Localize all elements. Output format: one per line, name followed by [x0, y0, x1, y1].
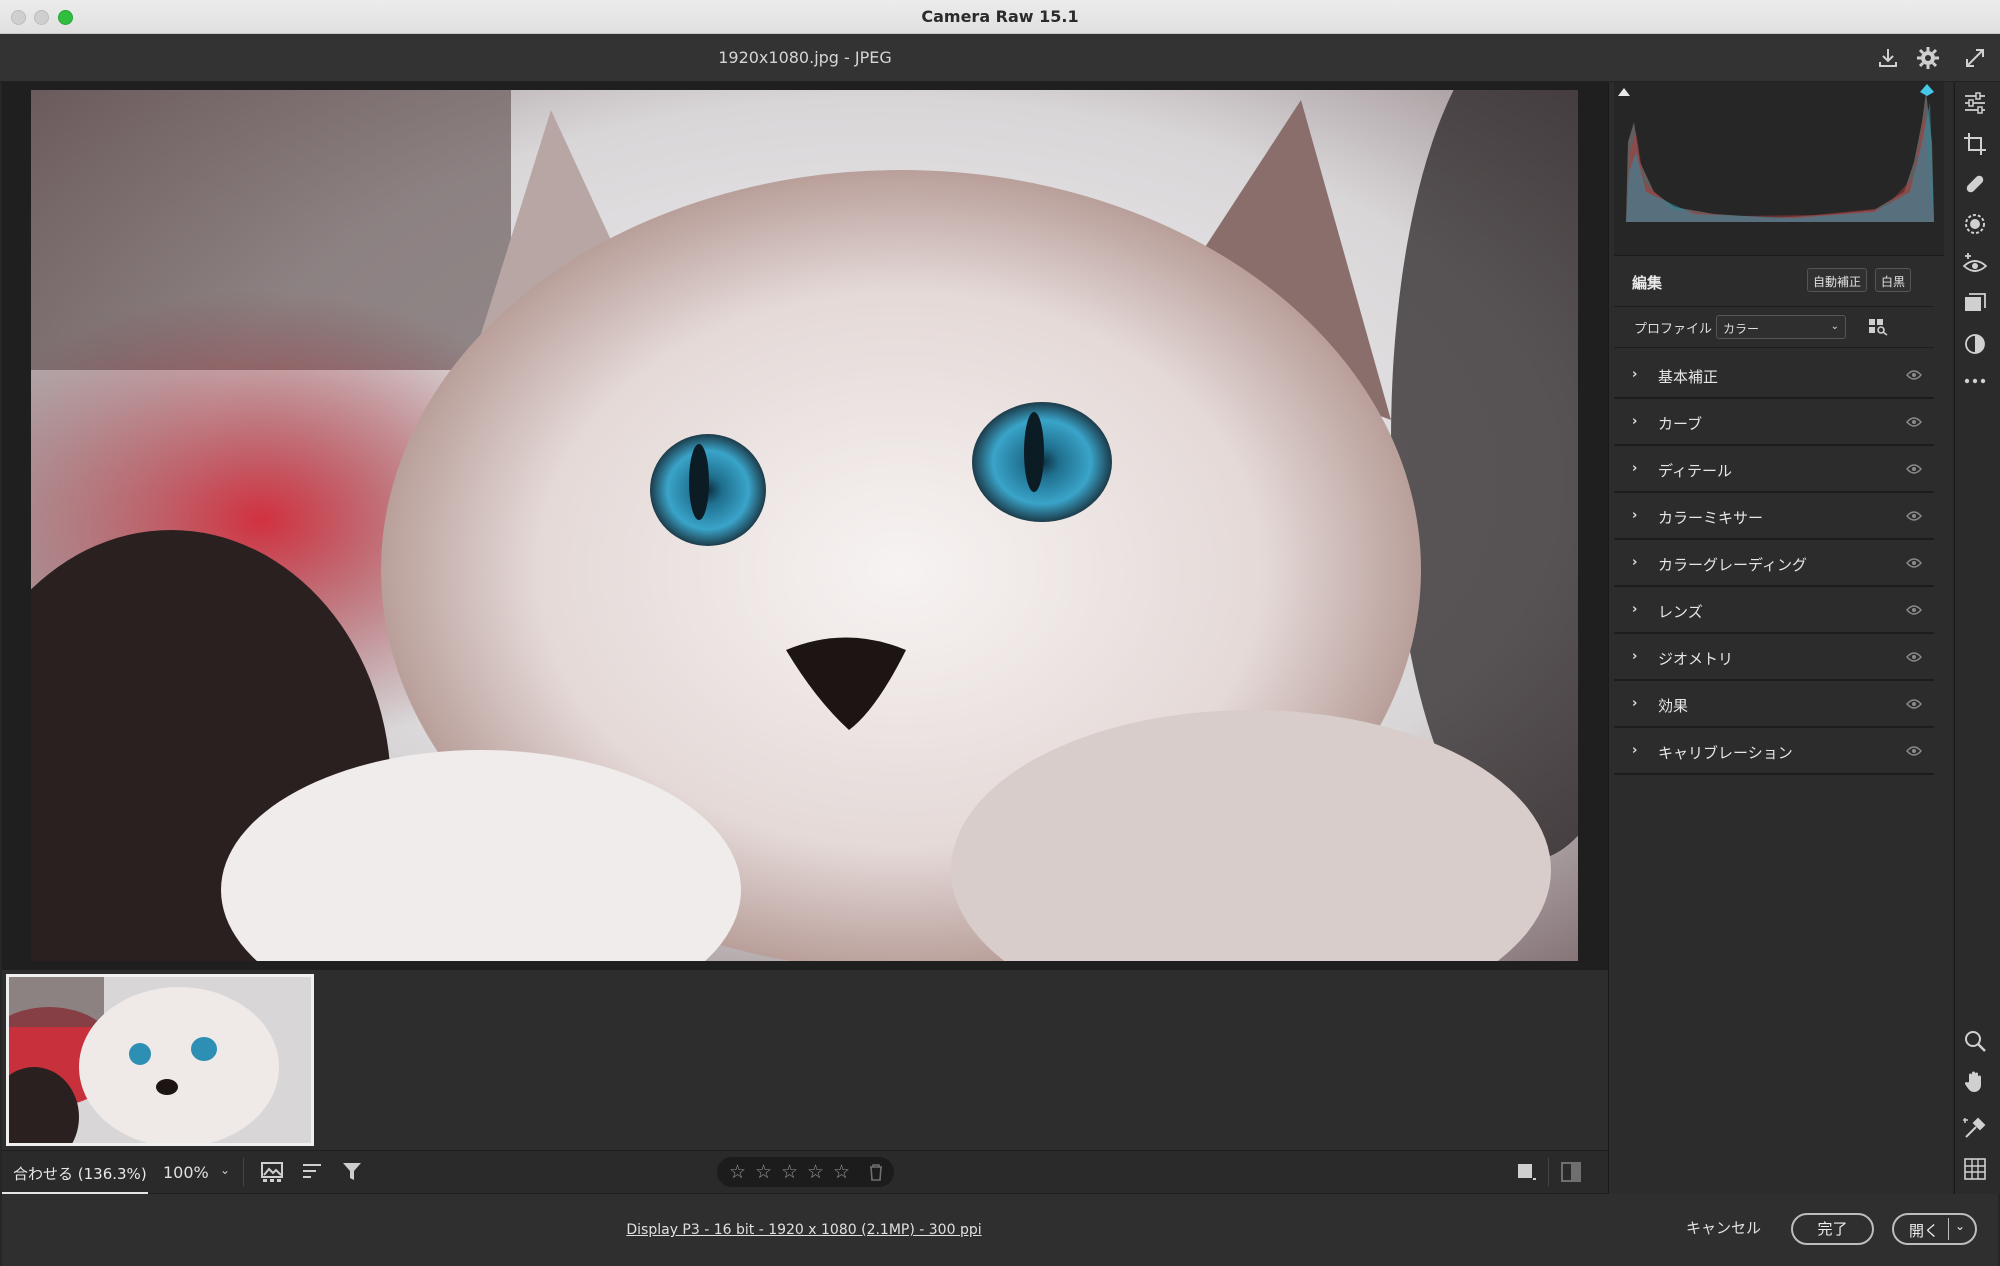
section-effects[interactable]: › 効果 — [1614, 681, 1934, 728]
section-lens[interactable]: › レンズ — [1614, 587, 1934, 634]
header-bar: 1920x1080.jpg - JPEG — [0, 34, 2000, 82]
section-label: ディテール — [1658, 462, 1732, 480]
window-title: Camera Raw 15.1 — [921, 7, 1079, 26]
view-mode-icon[interactable] — [1516, 1161, 1538, 1183]
eye-icon[interactable] — [1906, 416, 1922, 428]
filmstrip-options-icon[interactable] — [261, 1161, 285, 1183]
star-5-icon[interactable]: ☆ — [833, 1161, 850, 1183]
title-bar: Camera Raw 15.1 — [0, 0, 2000, 34]
chevron-right-icon: › — [1632, 696, 1638, 711]
section-label: カーブ — [1658, 415, 1703, 433]
section-curve[interactable]: › カーブ — [1614, 399, 1934, 446]
cancel-button[interactable]: キャンセル — [1686, 1217, 1761, 1238]
filter-icon[interactable] — [342, 1161, 364, 1183]
workflow-options-link[interactable]: Display P3 - 16 bit - 1920 x 1080 (2.1MP… — [0, 1222, 1608, 1238]
snapshots-icon[interactable] — [1962, 291, 1988, 317]
star-2-icon[interactable]: ☆ — [755, 1161, 772, 1183]
divider — [1948, 1218, 1949, 1240]
zoom-icon[interactable] — [1962, 1028, 1988, 1054]
hand-icon[interactable] — [1962, 1068, 1988, 1094]
file-title: 1920x1080.jpg - JPEG — [718, 48, 892, 67]
profile-select[interactable]: カラー ⌄ — [1716, 315, 1846, 339]
eye-icon[interactable] — [1906, 745, 1922, 757]
section-geometry[interactable]: › ジオメトリ — [1614, 634, 1934, 681]
presets-icon[interactable] — [1962, 331, 1988, 357]
eye-icon[interactable] — [1906, 557, 1922, 569]
filmstrip-thumbnail[interactable] — [6, 974, 314, 1146]
profile-select-value: カラー — [1723, 322, 1760, 336]
section-label: キャリブレーション — [1658, 744, 1793, 762]
auto-adjust-button[interactable]: 自動補正 — [1807, 268, 1868, 292]
section-color-mixer[interactable]: › カラーミキサー — [1614, 493, 1934, 540]
chevron-right-icon: › — [1632, 555, 1638, 570]
bw-button[interactable]: 白黒 — [1875, 268, 1912, 292]
chevron-down-icon: ⌄ — [1830, 321, 1839, 332]
section-color-grading[interactable]: › カラーグレーディング — [1614, 540, 1934, 587]
star-1-icon[interactable]: ☆ — [729, 1161, 746, 1183]
trash-icon[interactable] — [868, 1163, 884, 1181]
section-label: ジオメトリ — [1658, 650, 1734, 668]
crop-icon[interactable] — [1962, 131, 1988, 157]
open-button[interactable]: 開く ⌄ — [1892, 1213, 1977, 1245]
fullscreen-icon[interactable] — [1963, 46, 1987, 70]
done-button[interactable]: 完了 — [1791, 1213, 1874, 1245]
section-label: レンズ — [1658, 603, 1703, 621]
star-3-icon[interactable]: ☆ — [781, 1161, 798, 1183]
divider — [243, 1158, 244, 1186]
section-label: カラーミキサー — [1658, 509, 1764, 527]
zoom-100-button[interactable]: 100% — [163, 1163, 209, 1182]
chevron-right-icon: › — [1632, 508, 1638, 523]
gear-icon[interactable] — [1916, 46, 1940, 70]
sort-icon[interactable] — [302, 1162, 324, 1182]
chevron-down-icon[interactable]: ⌄ — [1955, 1219, 1965, 1233]
chevron-right-icon: › — [1632, 461, 1638, 476]
zoom-dropdown-icon[interactable]: ⌄ — [220, 1163, 230, 1177]
sampler-icon[interactable] — [1962, 1115, 1988, 1141]
edit-panel-title: 編集 — [1632, 274, 1663, 292]
histogram — [1614, 82, 1944, 256]
chevron-right-icon: › — [1632, 414, 1638, 429]
profile-browser-icon[interactable] — [1868, 318, 1888, 336]
before-after-icon[interactable] — [1560, 1161, 1584, 1183]
chevron-right-icon: › — [1632, 367, 1638, 382]
grid-icon[interactable] — [1962, 1156, 1988, 1182]
chevron-right-icon: › — [1632, 649, 1638, 664]
edit-icon[interactable] — [1962, 90, 1988, 116]
save-icon[interactable] — [1876, 46, 1900, 70]
divider — [1548, 1158, 1549, 1186]
star-4-icon[interactable]: ☆ — [807, 1161, 824, 1183]
section-detail[interactable]: › ディテール — [1614, 446, 1934, 493]
heal-icon[interactable] — [1962, 171, 1988, 197]
eye-icon[interactable] — [1906, 651, 1922, 663]
section-calibration[interactable]: › キャリブレーション — [1614, 728, 1934, 775]
chevron-right-icon: › — [1632, 602, 1638, 617]
more-icon[interactable] — [1962, 368, 1988, 394]
profile-label: プロファイル — [1634, 322, 1713, 337]
eye-icon[interactable] — [1906, 698, 1922, 710]
eye-icon[interactable] — [1906, 463, 1922, 475]
section-basic[interactable]: › 基本補正 — [1614, 352, 1934, 399]
section-label: 効果 — [1658, 697, 1689, 715]
adjustment-sections: › 基本補正 › カーブ › ディテール › カラーミキサー › カラーグレーデ… — [1614, 352, 1934, 775]
redeye-icon[interactable] — [1962, 251, 1988, 277]
section-label: カラーグレーディング — [1658, 556, 1807, 574]
eye-icon[interactable] — [1906, 604, 1922, 616]
eye-icon[interactable] — [1906, 369, 1922, 381]
chevron-right-icon: › — [1632, 743, 1638, 758]
eye-icon[interactable] — [1906, 510, 1922, 522]
zoom-fit-button[interactable]: 合わせる (136.3%) — [2, 1150, 148, 1194]
section-label: 基本補正 — [1658, 368, 1719, 386]
mask-icon[interactable] — [1962, 211, 1988, 237]
preview-image[interactable] — [31, 90, 1578, 961]
open-button-label: 開く — [1909, 1222, 1940, 1240]
